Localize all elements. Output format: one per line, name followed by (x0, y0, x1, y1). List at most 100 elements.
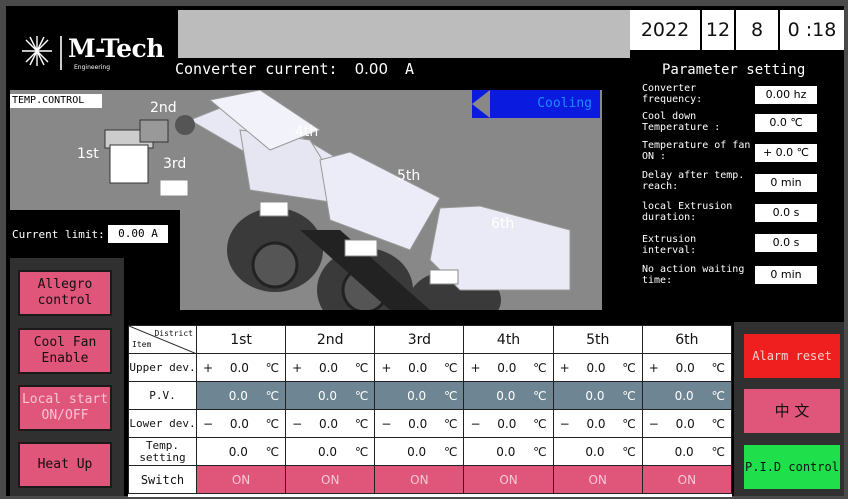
table-cell-2nd[interactable]: 0.0 ℃ (285, 381, 376, 410)
param-input-fan-on-temp[interactable]: + 0.0 ℃ (755, 144, 817, 162)
cell-sign: − (203, 416, 214, 431)
top-title-bar (178, 10, 630, 58)
table-cell-3rd[interactable]: +0.0 ℃ (374, 353, 465, 382)
table-cell-1st[interactable]: 0.0 ℃ (195, 381, 287, 410)
cool-fan-enable-button[interactable]: Cool Fan Enable (18, 328, 112, 374)
table-cell-3rd[interactable]: 0.0 ℃ (374, 381, 465, 410)
table-cell-3rd[interactable]: 0.0 ℃ (374, 437, 465, 466)
cell-value: 0.0 (675, 360, 695, 375)
cell-value: 0.0 (496, 444, 516, 459)
param-input-extrusion-interval[interactable]: 0.0 s (755, 234, 817, 252)
cell-value: 0.0 (229, 416, 249, 431)
cell-value: 0.0 (585, 388, 605, 403)
cell-sign: − (292, 416, 303, 431)
param-input-waiting-time[interactable]: 0 min (755, 266, 817, 284)
table-cell-2nd[interactable]: +0.0 ℃ (285, 353, 376, 382)
table-cell-4th[interactable]: 0.0 ℃ (463, 381, 554, 410)
cell-sign: − (470, 416, 481, 431)
cell-value: 0.0 (675, 416, 695, 431)
cell-content: −0.0 ℃ (554, 410, 642, 437)
temperature-table: District Item 1st 2nd 3rd 4th 5th 6th Up… (128, 325, 733, 497)
cell-value: 0.0 (318, 416, 339, 431)
param-input-converter-frequency[interactable]: 0.00 hz (755, 86, 817, 104)
cell-value: 0.0 (586, 416, 606, 431)
cell-unit: ℃ (533, 416, 547, 431)
cell-unit: ℃ (443, 444, 458, 459)
cell-value: 0.0 (497, 360, 517, 375)
table-row-upper-dev: Upper dev. +0.0 ℃ +0.0 ℃ +0.0 ℃ +0.0 ℃ +0.0 ℃ +0.0… (128, 353, 733, 382)
heater-box-3 (344, 239, 378, 257)
table-cell-5th[interactable]: +0.0 ℃ (552, 353, 643, 382)
table-cell-6th[interactable]: 0.0 ℃ (641, 437, 733, 466)
heater-box-1 (159, 179, 189, 197)
table-cell-4th[interactable]: 0.0 ℃ (463, 437, 554, 466)
table-header-row: District Item 1st 2nd 3rd 4th 5th 6th (128, 325, 733, 354)
cell-value: 0.0 (674, 444, 694, 459)
cell-unit: ℃ (533, 444, 547, 459)
table-cell-1st[interactable]: 0.0 ℃ (195, 437, 287, 466)
row-label-lower-dev: Lower dev. (128, 409, 197, 438)
column-header-5th: 5th (552, 325, 643, 354)
table-cell-6th[interactable]: − 0.0 ℃ (641, 409, 733, 438)
param-label-converter-frequency: Converter frequency: (642, 83, 703, 105)
cell-value: 0.0 (317, 444, 338, 459)
converter-current-unit: A (405, 60, 415, 78)
heat-up-button[interactable]: Heat Up (18, 442, 112, 488)
cell-sign: − (381, 416, 392, 431)
row-label-upper-dev: Upper dev. (128, 353, 197, 382)
table-cell-2nd[interactable]: −0.0 ℃ (285, 409, 376, 438)
switch-button-3rd[interactable]: ON (374, 465, 465, 494)
cell-content: 0.0 ℃ (197, 382, 285, 409)
logo-subtitle: Engineering (74, 64, 110, 71)
converter-current: Converter current: 0.00 A (175, 60, 414, 78)
table-cell-6th[interactable]: 0.0 ℃ (641, 381, 733, 410)
table-cell-5th[interactable]: 0.0 ℃ (552, 381, 643, 410)
switch-button-1st[interactable]: ON (195, 465, 287, 494)
allegro-control-button[interactable]: Allegro control (18, 270, 112, 316)
row-label-temp-setting: Temp. setting (128, 437, 197, 466)
param-input-delay-after-temp[interactable]: 0 min (755, 174, 817, 192)
table-cell-3rd[interactable]: − 0.0 ℃ (374, 409, 465, 438)
param-input-cool-down-temp[interactable]: 0.0 ℃ (755, 114, 817, 132)
date-year: 2022 (630, 10, 702, 50)
param-label-cool-down-temp: Cool down Temperature : (642, 111, 721, 133)
table-cell-1st[interactable]: +0.0 ℃ (195, 353, 287, 382)
cell-value: 0.0 (408, 360, 428, 375)
corner-district-label: District (154, 329, 193, 338)
table-cell-6th[interactable]: +0.0 ℃ (641, 353, 733, 382)
table-cell-4th[interactable]: +0.0 ℃ (463, 353, 554, 382)
cell-unit: ℃ (622, 360, 636, 375)
switch-button-5th[interactable]: ON (552, 465, 643, 494)
cell-unit: ℃ (711, 388, 725, 403)
current-limit-input[interactable]: 0.00 A (108, 225, 168, 243)
cell-content: 0.0 ℃ (554, 438, 642, 465)
cell-content: −0.0 ℃ (286, 410, 374, 437)
column-header-3rd: 3rd (374, 325, 465, 354)
cell-unit: ℃ (443, 416, 458, 431)
arrow-left-icon (472, 90, 490, 118)
table-cell-5th[interactable]: 0.0 ℃ (552, 437, 643, 466)
param-input-extrusion-duration[interactable]: 0.0 s (755, 204, 817, 222)
cell-content: 0.0 ℃ (464, 438, 552, 465)
table-row-switch: Switch ON ON ON ON ON ON (128, 465, 733, 494)
alarm-reset-button[interactable]: Alarm reset (744, 334, 840, 378)
table-cell-1st[interactable]: −0.0 ℃ (195, 409, 287, 438)
cell-unit: ℃ (354, 444, 369, 459)
switch-button-6th[interactable]: ON (641, 465, 733, 494)
switch-button-2nd[interactable]: ON (285, 465, 376, 494)
pid-control-button[interactable]: P.I.D control (744, 445, 840, 489)
parameter-setting-title: Parameter setting (662, 62, 806, 78)
cell-value: 0.0 (585, 444, 605, 459)
local-start-button[interactable]: Local start ON/OFF (18, 385, 112, 431)
star-logo-icon (22, 36, 52, 66)
table-cell-4th[interactable]: − 0.0 ℃ (463, 409, 554, 438)
table-row-temp-setting: Temp. setting 0.0 ℃ 0.0 ℃ 0.0 ℃ 0.0 ℃ 0.0 ℃ 0.0 ℃ (128, 437, 733, 466)
switch-button-4th[interactable]: ON (463, 465, 554, 494)
cell-content: +0.0 ℃ (464, 354, 552, 381)
table-cell-5th[interactable]: − 0.0 ℃ (552, 409, 643, 438)
table-cell-2nd[interactable]: 0.0 ℃ (285, 437, 376, 466)
language-button[interactable]: 中 文 (744, 389, 840, 433)
cell-value: 0.0 (586, 360, 606, 375)
cell-sign: + (381, 360, 392, 375)
cell-content: 0.0 ℃ (375, 382, 463, 409)
